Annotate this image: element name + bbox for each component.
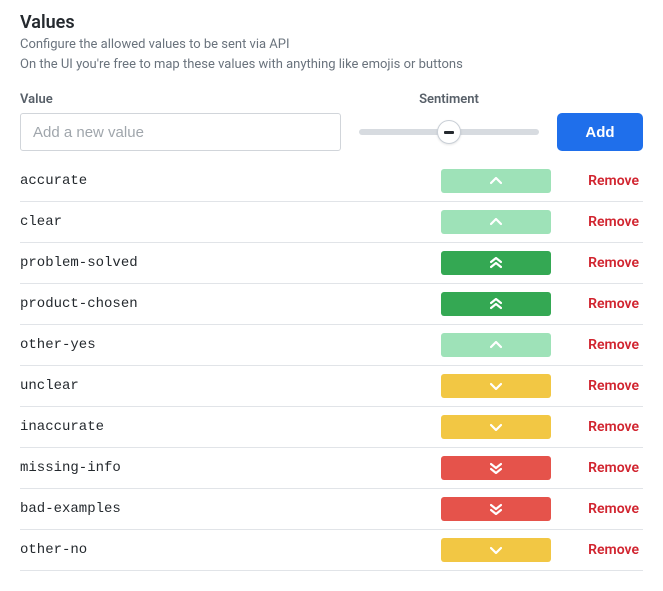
remove-button[interactable]: Remove (563, 419, 643, 435)
remove-button[interactable]: Remove (563, 173, 643, 189)
sentiment-badge[interactable] (441, 333, 551, 357)
remove-button[interactable]: Remove (563, 501, 643, 517)
chevron-down-icon (490, 423, 502, 431)
value-row: missing-info Remove (20, 448, 643, 489)
sentiment-slider[interactable] (359, 113, 539, 151)
value-row: other-yes Remove (20, 325, 643, 366)
sentiment-badge[interactable] (441, 210, 551, 234)
value-name: accurate (20, 173, 429, 189)
value-name: clear (20, 214, 429, 230)
value-row: product-chosen Remove (20, 284, 643, 325)
value-name: problem-solved (20, 255, 429, 271)
page-subtitle-2: On the UI you're free to map these value… (20, 55, 643, 75)
sentiment-badge[interactable] (441, 415, 551, 439)
value-name: other-yes (20, 337, 429, 353)
chevron-down-icon (490, 546, 502, 554)
value-name: other-no (20, 542, 429, 558)
sentiment-badge[interactable] (441, 374, 551, 398)
remove-button[interactable]: Remove (563, 255, 643, 271)
sentiment-badge[interactable] (441, 497, 551, 521)
minus-icon (444, 131, 454, 134)
values-list: accurate Remove clear Remove problem-solved R… (20, 161, 643, 571)
value-label: Value (20, 92, 341, 107)
page-subtitle-1: Configure the allowed values to be sent … (20, 35, 643, 55)
remove-button[interactable]: Remove (563, 378, 643, 394)
value-row: accurate Remove (20, 161, 643, 202)
double-chevron-down-icon (490, 503, 502, 515)
remove-button[interactable]: Remove (563, 337, 643, 353)
chevron-up-icon (490, 177, 502, 185)
remove-button[interactable]: Remove (563, 460, 643, 476)
chevron-up-icon (490, 341, 502, 349)
value-name: product-chosen (20, 296, 429, 312)
double-chevron-up-icon (490, 298, 502, 310)
remove-button[interactable]: Remove (563, 214, 643, 230)
value-row: clear Remove (20, 202, 643, 243)
remove-button[interactable]: Remove (563, 542, 643, 558)
sentiment-badge[interactable] (441, 169, 551, 193)
sentiment-badge[interactable] (441, 456, 551, 480)
value-row: problem-solved Remove (20, 243, 643, 284)
value-name: inaccurate (20, 419, 429, 435)
value-input[interactable] (20, 113, 341, 151)
page-title: Values (20, 12, 643, 33)
sentiment-label: Sentiment (359, 92, 539, 107)
value-row: bad-examples Remove (20, 489, 643, 530)
value-name: missing-info (20, 460, 429, 476)
value-row: other-no Remove (20, 530, 643, 571)
add-button[interactable]: Add (557, 113, 643, 151)
value-row: unclear Remove (20, 366, 643, 407)
value-name: unclear (20, 378, 429, 394)
chevron-up-icon (490, 218, 502, 226)
sentiment-badge[interactable] (441, 292, 551, 316)
add-value-form: Value Sentiment . Add (20, 92, 643, 151)
slider-thumb[interactable] (437, 120, 461, 144)
sentiment-badge[interactable] (441, 251, 551, 275)
remove-button[interactable]: Remove (563, 296, 643, 312)
value-name: bad-examples (20, 501, 429, 517)
double-chevron-down-icon (490, 462, 502, 474)
sentiment-badge[interactable] (441, 538, 551, 562)
value-row: inaccurate Remove (20, 407, 643, 448)
chevron-down-icon (490, 382, 502, 390)
double-chevron-up-icon (490, 257, 502, 269)
